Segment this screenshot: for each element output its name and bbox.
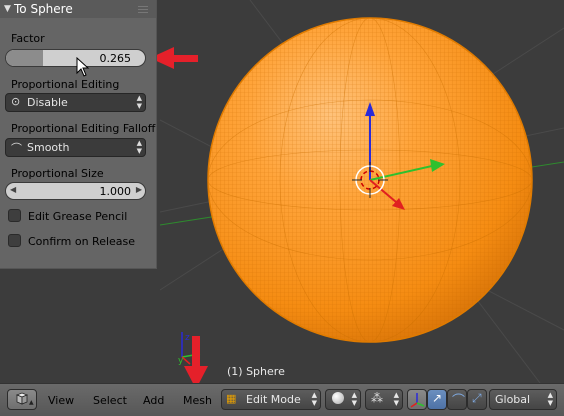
factor-value: 0.265 xyxy=(99,52,132,65)
pivot-dropdown[interactable]: ⁂ ▲ ▼ xyxy=(365,389,403,410)
editor-type-button[interactable]: ▲ xyxy=(7,389,37,410)
manipulator-toggle-button[interactable] xyxy=(407,389,427,410)
svg-text:z: z xyxy=(185,333,190,343)
updown-arrows-icon: ▲ ▼ xyxy=(351,391,357,407)
rotate-arc-icon: ⌒ xyxy=(452,394,466,409)
panel-title: To Sphere xyxy=(14,2,73,16)
updown-arrows-icon: ▲ ▼ xyxy=(311,391,317,407)
annotation-arrow-factor xyxy=(150,47,198,69)
cube-icon: ▲ xyxy=(15,392,34,406)
updown-arrows-icon: ▲ ▼ xyxy=(547,391,553,407)
translate-arrow-icon: ↗ xyxy=(432,391,443,405)
operator-panel: ▼ To Sphere Factor 0.265 Proportional Ed… xyxy=(0,0,157,269)
svg-text:▲: ▲ xyxy=(29,399,34,406)
proportional-size-field[interactable]: ◀ 1.000 ▶ xyxy=(5,182,146,200)
orientation-dropdown[interactable]: Global ▲ ▼ xyxy=(489,389,557,410)
pivot-point-icon: ⁂ xyxy=(371,391,383,405)
factor-label: Factor xyxy=(11,32,45,45)
proportional-editing-dropdown[interactable]: ⊙ Disable ▲ ▼ xyxy=(5,93,146,112)
falloff-value: Smooth xyxy=(27,141,70,154)
updown-arrows-icon: ▲ ▼ xyxy=(393,391,399,407)
decrement-arrow-icon[interactable]: ◀ xyxy=(10,185,16,194)
proportional-size-value: 1.000 xyxy=(99,185,132,198)
collapse-triangle-icon[interactable]: ▼ xyxy=(4,0,11,18)
falloff-dropdown[interactable]: ⌒ Smooth ▲ ▼ xyxy=(5,138,146,157)
confirm-on-release-label: Confirm on Release xyxy=(28,235,136,248)
solid-shading-icon xyxy=(332,392,344,404)
increment-arrow-icon[interactable]: ▶ xyxy=(136,185,142,194)
menu-add[interactable]: Add xyxy=(143,394,164,407)
edit-mode-icon: ▦ xyxy=(226,392,237,405)
shading-dropdown[interactable]: ▲ ▼ xyxy=(325,389,361,410)
rotate-manipulator-button[interactable]: ⌒ xyxy=(447,389,467,410)
menu-select[interactable]: Select xyxy=(93,394,127,407)
mode-value: Edit Mode xyxy=(246,393,301,406)
scale-manipulator-button[interactable]: ⤢ xyxy=(467,389,487,410)
factor-slider-fill xyxy=(6,50,43,66)
smooth-curve-icon: ⌒ xyxy=(11,142,22,155)
circle-dot-icon: ⊙ xyxy=(11,95,21,108)
manipulator-icon xyxy=(410,393,425,408)
mode-dropdown[interactable]: ▦ Edit Mode ▲ ▼ xyxy=(221,389,321,410)
translate-manipulator-button[interactable]: ↗ xyxy=(427,389,447,410)
object-label: (1) Sphere xyxy=(227,365,285,378)
proportional-editing-label: Proportional Editing xyxy=(11,78,120,91)
edit-grease-pencil-label: Edit Grease Pencil xyxy=(28,210,128,223)
menu-view[interactable]: View xyxy=(48,394,74,407)
edit-grease-pencil-checkbox[interactable] xyxy=(8,209,21,222)
confirm-on-release-checkbox[interactable] xyxy=(8,234,21,247)
menu-mesh[interactable]: Mesh xyxy=(183,394,212,407)
updown-arrows-icon: ▲ ▼ xyxy=(136,139,142,155)
scale-icon: ⤢ xyxy=(472,391,482,405)
svg-text:y: y xyxy=(178,356,184,366)
orientation-value: Global xyxy=(495,393,531,406)
proportional-editing-value: Disable xyxy=(27,96,68,109)
annotation-arrow-mesh xyxy=(184,336,208,383)
updown-arrows-icon: ▲ ▼ xyxy=(136,94,142,110)
drag-grip-icon[interactable] xyxy=(138,5,148,13)
falloff-label: Proportional Editing Falloff xyxy=(11,122,156,135)
mouse-cursor-icon xyxy=(76,57,90,77)
viewport-header: ▲ View Select Add Mesh ▦ Edit Mode ▲ ▼ ▲ ▼… xyxy=(0,383,564,416)
proportional-size-label: Proportional Size xyxy=(11,167,104,180)
panel-header[interactable]: ▼ To Sphere xyxy=(0,0,156,18)
